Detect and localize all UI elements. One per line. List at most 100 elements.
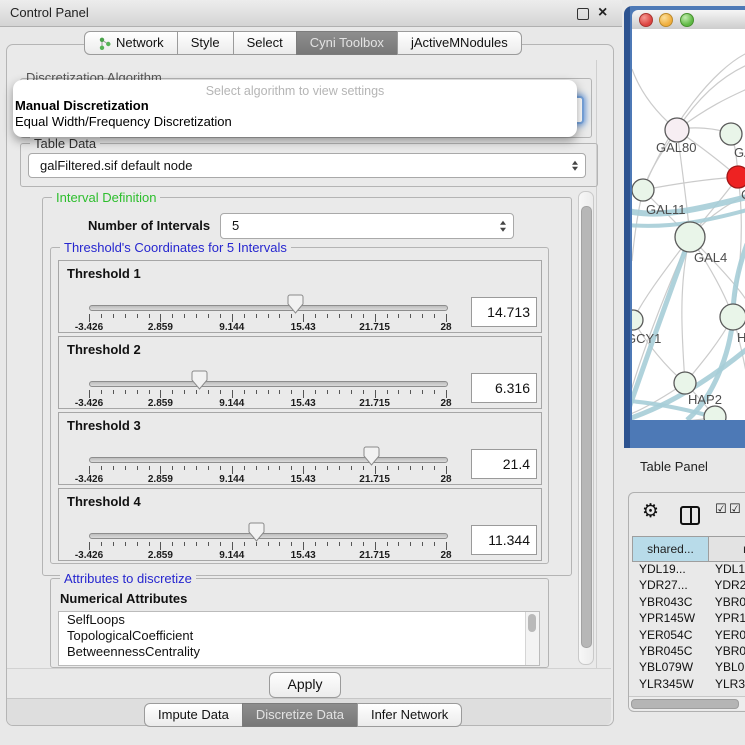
threshold-tick-labels: -3.4262.8599.14415.4321.71528 bbox=[89, 398, 446, 408]
cell-shared-name: YDL19... bbox=[633, 562, 708, 578]
numerical-attributes-list[interactable]: SelfLoopsTopologicalCoefficientBetweenne… bbox=[58, 611, 540, 666]
table-row[interactable]: YBL079WYBL0 bbox=[633, 660, 745, 676]
network-node-node-red[interactable] bbox=[727, 166, 745, 188]
combo-spinner-icon bbox=[572, 160, 578, 171]
table-data-combobox[interactable]: galFiltered.sif default node bbox=[28, 153, 586, 178]
table-row[interactable]: YBR045CYBR0 bbox=[633, 644, 745, 660]
network-node-label: GAL80 bbox=[656, 140, 696, 155]
bottom-tab-discretize-data[interactable]: Discretize Data bbox=[242, 703, 358, 727]
network-edge bbox=[643, 177, 738, 190]
list-item[interactable]: BetweennessCentrality bbox=[59, 644, 539, 660]
minimize-traffic-light-icon[interactable] bbox=[659, 13, 673, 27]
algorithm-option-manual-discretization[interactable]: Manual Discretization bbox=[13, 98, 577, 114]
attributes-group-label: Attributes to discretize bbox=[60, 571, 196, 586]
cell-name: YDL1 bbox=[708, 562, 745, 578]
table-hscrollbar-thumb[interactable] bbox=[631, 699, 739, 709]
main-scrollbar[interactable] bbox=[578, 191, 594, 665]
zoom-traffic-light-icon[interactable] bbox=[680, 13, 694, 27]
threshold-tick-labels: -3.4262.8599.14415.4321.71528 bbox=[89, 322, 446, 332]
checkbox-icon[interactable]: ☑ bbox=[715, 502, 727, 517]
popup-hint: Select algorithm to view settings bbox=[13, 80, 577, 98]
number-of-intervals-label: Number of Intervals bbox=[88, 218, 210, 233]
table-horizontal-scrollbar[interactable] bbox=[629, 696, 745, 710]
interval-definition-group-label: Interval Definition bbox=[52, 190, 160, 205]
tab-style[interactable]: Style bbox=[177, 31, 234, 55]
tab-label: jActiveMNodules bbox=[411, 32, 508, 54]
table-row[interactable]: YLR345WYLR3 bbox=[633, 677, 745, 693]
network-view-frame[interactable]: GAL80GACGAL11GAL4GCY1HHAP2 bbox=[624, 6, 745, 448]
cell-name: YPR1 bbox=[708, 611, 745, 627]
network-node-gcy1[interactable] bbox=[632, 310, 643, 330]
threshold-value-field[interactable]: 21.4 bbox=[471, 449, 537, 479]
network-node-label: GCY1 bbox=[632, 331, 661, 346]
bottom-tab-impute-data[interactable]: Impute Data bbox=[144, 703, 243, 727]
threshold-label: Threshold 4 bbox=[67, 494, 141, 509]
network-node-label: GAL4 bbox=[694, 250, 727, 265]
threshold-value-field[interactable]: 14.713 bbox=[471, 297, 537, 327]
table-row[interactable]: YIL052CYIL0 bbox=[633, 693, 745, 695]
threshold-slider-track[interactable] bbox=[89, 381, 448, 387]
bottom-tab-infer-network[interactable]: Infer Network bbox=[357, 703, 462, 727]
network-node-node[interactable] bbox=[720, 123, 742, 145]
numerical-attributes-label: Numerical Attributes bbox=[60, 591, 187, 606]
threshold-panel: Threshold 1 -3.4262.8599.14415.4321.7152… bbox=[58, 260, 542, 333]
cell-shared-name: YBL079W bbox=[633, 660, 708, 676]
threshold-value-field[interactable]: 11.344 bbox=[471, 525, 537, 555]
threshold-slider-thumb[interactable] bbox=[363, 446, 380, 466]
tab-cyni-toolbox[interactable]: Cyni Toolbox bbox=[296, 31, 398, 55]
tab-label: Discretize Data bbox=[256, 704, 344, 726]
network-icon bbox=[98, 37, 111, 50]
close-icon[interactable]: × bbox=[598, 2, 607, 24]
network-node-label: GAL11 bbox=[646, 202, 686, 217]
table-row[interactable]: YDL19...YDL1 bbox=[633, 562, 745, 578]
network-graph: GAL80GACGAL11GAL4GCY1HHAP2 bbox=[632, 29, 745, 420]
cell-shared-name: YLR345W bbox=[633, 677, 708, 693]
cell-shared-name: YBR045C bbox=[633, 644, 708, 660]
table-row[interactable]: YER054CYER0 bbox=[633, 628, 745, 644]
table-row[interactable]: YBR043CYBR0 bbox=[633, 595, 745, 611]
apply-button[interactable]: Apply bbox=[269, 672, 341, 698]
network-node-gal80[interactable] bbox=[665, 118, 689, 142]
network-canvas[interactable]: GAL80GACGAL11GAL4GCY1HHAP2 bbox=[632, 29, 745, 420]
cell-shared-name: YBR043C bbox=[633, 595, 708, 611]
table-data-combo-value: galFiltered.sif default node bbox=[40, 154, 192, 177]
list-item[interactable]: SelfLoops bbox=[59, 612, 539, 628]
list-scrollbar[interactable] bbox=[525, 612, 539, 665]
float-window-icon[interactable] bbox=[577, 8, 589, 20]
algorithm-dropdown-popup: Select algorithm to view settings Manual… bbox=[13, 80, 577, 137]
threshold-slider-thumb[interactable] bbox=[191, 370, 208, 390]
threshold-slider-track[interactable] bbox=[89, 457, 448, 463]
threshold-slider-thumb[interactable] bbox=[287, 294, 304, 314]
tab-network[interactable]: Network bbox=[84, 31, 178, 55]
main-scrollbar-thumb[interactable] bbox=[581, 206, 592, 648]
column-header-n[interactable]: n bbox=[708, 536, 745, 562]
table-panel-title: Table Panel bbox=[640, 459, 708, 474]
list-scrollbar-thumb[interactable] bbox=[528, 614, 536, 632]
threshold-slider-track[interactable] bbox=[89, 305, 448, 311]
column-header-shared[interactable]: shared... bbox=[632, 536, 709, 562]
table-row[interactable]: YPR145WYPR1 bbox=[633, 611, 745, 627]
panel-title: Control Panel bbox=[10, 0, 89, 26]
column-layout-icon[interactable] bbox=[680, 506, 700, 525]
checkbox-icon[interactable]: ☑ bbox=[729, 502, 741, 517]
threshold-label: Threshold 3 bbox=[67, 418, 141, 433]
network-node-hap2[interactable] bbox=[674, 372, 696, 394]
number-of-intervals-combobox[interactable]: 5 bbox=[220, 213, 514, 239]
top-tab-bar: NetworkStyle Select Cyni Toolbox jActiveMNo… bbox=[84, 31, 522, 55]
cell-shared-name: YPR145W bbox=[633, 611, 708, 627]
network-node-gal4[interactable] bbox=[675, 222, 705, 252]
tab-select[interactable]: Select bbox=[233, 31, 297, 55]
threshold-slider-thumb[interactable] bbox=[248, 522, 265, 542]
network-node-gal11[interactable] bbox=[632, 179, 654, 201]
tab-label: Select bbox=[247, 32, 283, 54]
threshold-slider-track[interactable] bbox=[89, 533, 448, 539]
algorithm-option-equal-width-frequency-discretization[interactable]: Equal Width/Frequency Discretization bbox=[13, 114, 577, 130]
tab-jactivemnodules[interactable]: jActiveMNodules bbox=[397, 31, 522, 55]
table-row[interactable]: YDR27...YDR2 bbox=[633, 578, 745, 594]
network-node-node[interactable] bbox=[720, 304, 745, 330]
threshold-panel: Threshold 2 -3.4262.8599.14415.4321.7152… bbox=[58, 336, 542, 409]
close-traffic-light-icon[interactable] bbox=[639, 13, 653, 27]
threshold-value-field[interactable]: 6.316 bbox=[471, 373, 537, 403]
gear-icon[interactable]: ⚙ bbox=[642, 500, 659, 522]
list-item[interactable]: TopologicalCoefficient bbox=[59, 628, 539, 644]
